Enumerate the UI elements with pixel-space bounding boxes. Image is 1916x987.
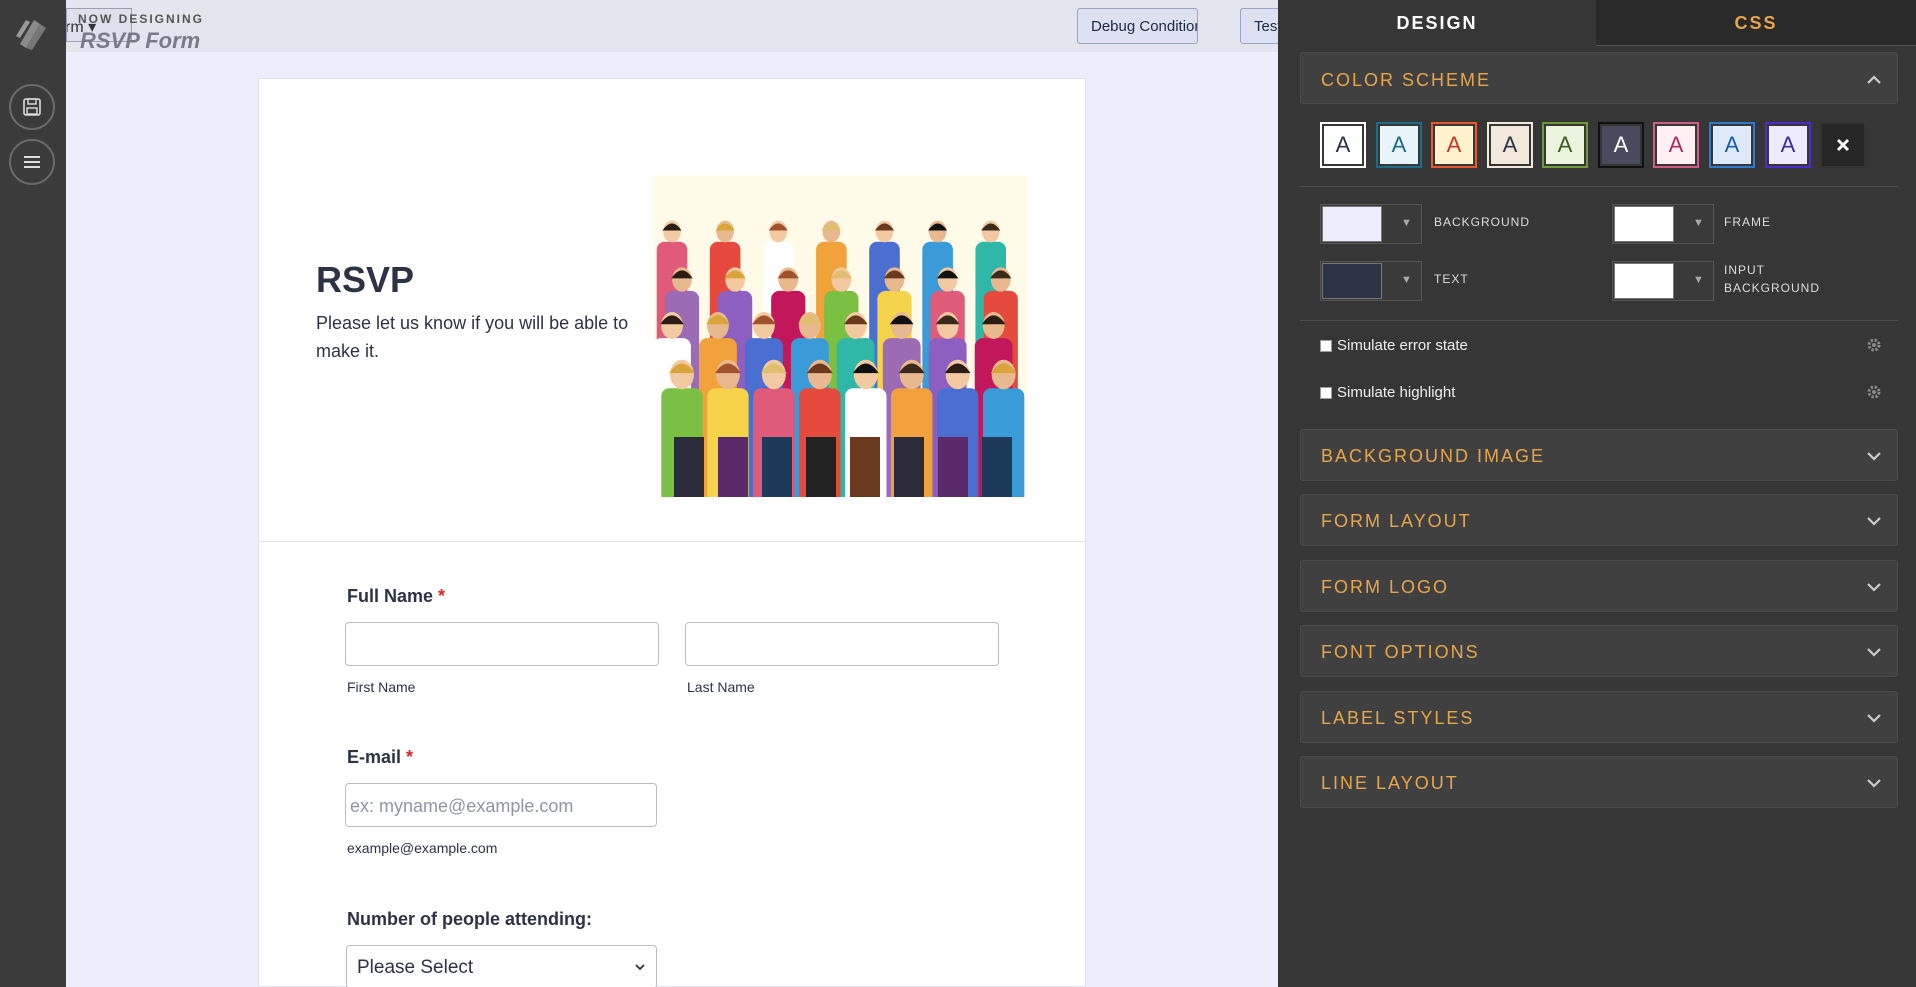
tab-design[interactable]: DESIGN [1278,0,1596,46]
section-title: FORM LAYOUT [1321,511,1472,531]
swatch-letter: A [1435,126,1473,164]
last-name-input[interactable] [685,622,999,666]
section-title: COLOR SCHEME [1321,70,1492,90]
header-divider [259,541,1087,542]
section-line-layout[interactable]: LINE LAYOUT [1300,756,1898,808]
color-swatch[interactable]: A [1320,122,1366,168]
panel-tabs: DESIGN CSS [1278,0,1916,46]
gear-icon[interactable] [1866,384,1882,400]
form-designer-app: rm ▾ NOW DESIGNING RSVP Form Debug Condi… [0,0,1916,987]
swatch-letter: A [1602,126,1640,164]
section-title: LINE LAYOUT [1321,773,1459,793]
background-color-label: BACKGROUND [1434,215,1531,229]
first-name-sublabel: First Name [347,679,416,695]
frame-color-box [1614,206,1674,242]
chevron-down-icon [1867,517,1881,526]
section-background-image[interactable]: BACKGROUND IMAGE [1300,429,1898,481]
attending-label: Number of people attending: [347,909,592,929]
swatch-letter: A [1769,126,1807,164]
input-background-color-box [1614,263,1674,299]
app-logo-icon [14,14,52,52]
form-preview: RSVP Please let us know if you will be a… [258,78,1087,987]
frame-color-picker[interactable]: ▼ [1612,204,1714,244]
simulate-error-label: Simulate error state [1337,337,1468,354]
form-title: RSVP [316,259,415,300]
section-font-options[interactable]: FONT OPTIONS [1300,625,1898,677]
left-rail [0,0,66,987]
swatch-letter: A [1546,126,1584,164]
hamburger-icon [24,156,40,168]
section-title: FONT OPTIONS [1321,642,1480,662]
swatch-letter: A [1324,126,1362,164]
simulate-error-checkbox[interactable] [1320,340,1332,352]
divider [1300,320,1898,321]
full-name-label: Full Name * [347,586,446,606]
color-swatch[interactable]: A [1376,122,1422,168]
section-title: BACKGROUND IMAGE [1321,446,1546,466]
chevron-down-icon [1867,452,1881,461]
input-background-color-picker[interactable]: ▼ [1612,261,1714,301]
tab-css[interactable]: CSS [1596,0,1916,46]
simulate-highlight-label: Simulate highlight [1337,384,1456,401]
close-icon [1836,138,1850,152]
chevron-up-icon [1867,75,1881,84]
section-label-styles[interactable]: LABEL STYLES [1300,691,1898,743]
save-button[interactable] [9,84,55,130]
text-color-picker[interactable]: ▼ [1320,261,1422,301]
attending-select-value: Please Select [357,957,474,978]
color-swatch[interactable]: A [1431,122,1477,168]
save-icon [23,98,41,116]
color-swatch[interactable]: A [1709,122,1755,168]
test-button[interactable]: Test [1240,8,1280,44]
color-swatch[interactable]: A [1653,122,1699,168]
swatch-letter: A [1713,126,1751,164]
gear-icon[interactable] [1866,337,1882,353]
first-name-input[interactable] [345,622,659,666]
last-name-sublabel: Last Name [687,679,755,695]
color-swatch[interactable]: A [1598,122,1644,168]
input-background-label: INPUT BACKGROUND [1724,263,1821,295]
form-name[interactable]: RSVP Form [80,28,200,54]
debug-conditions-button[interactable]: Debug Conditions [1077,8,1198,44]
frame-color-label: FRAME [1724,215,1771,229]
attending-select[interactable]: Please Select [346,945,657,987]
crowd-illustration [654,175,1027,497]
background-color-box [1322,206,1382,242]
section-color-scheme[interactable]: COLOR SCHEME [1300,52,1898,104]
text-color-label: TEXT [1434,272,1469,286]
chevron-down-icon [1867,714,1881,723]
swatch-letter: A [1491,126,1529,164]
email-sublabel: example@example.com [347,840,498,856]
menu-button[interactable] [9,139,55,185]
chevron-down-icon [1867,648,1881,657]
divider [1300,186,1898,187]
background-color-picker[interactable]: ▼ [1320,204,1422,244]
now-designing-label: NOW DESIGNING [78,12,205,26]
simulate-highlight-checkbox[interactable] [1320,387,1332,399]
color-swatch[interactable]: A [1765,122,1811,168]
email-placeholder: ex: myname@example.com [350,796,574,816]
section-title: LABEL STYLES [1321,708,1475,728]
color-swatch[interactable]: A [1487,122,1533,168]
chevron-down-icon [1867,779,1881,788]
email-input[interactable]: ex: myname@example.com [345,783,657,827]
design-panel: DESIGN CSS COLOR SCHEME AAAAAAAAA ▼ BACK… [1278,0,1916,987]
swatch-letter: A [1657,126,1695,164]
clear-scheme-button[interactable] [1820,122,1866,168]
section-form-layout[interactable]: FORM LAYOUT [1300,494,1898,546]
swatch-letter: A [1380,126,1418,164]
form-subtitle: Please let us know if you will be able t… [316,313,629,361]
chevron-down-icon [635,964,645,971]
top-bar: rm ▾ NOW DESIGNING RSVP Form Debug Condi… [66,0,1280,54]
color-swatch[interactable]: A [1542,122,1588,168]
text-color-box [1322,263,1382,299]
section-form-logo[interactable]: FORM LOGO [1300,560,1898,612]
section-title: FORM LOGO [1321,577,1450,597]
chevron-down-icon [1867,583,1881,592]
email-label: E-mail * [347,747,414,767]
